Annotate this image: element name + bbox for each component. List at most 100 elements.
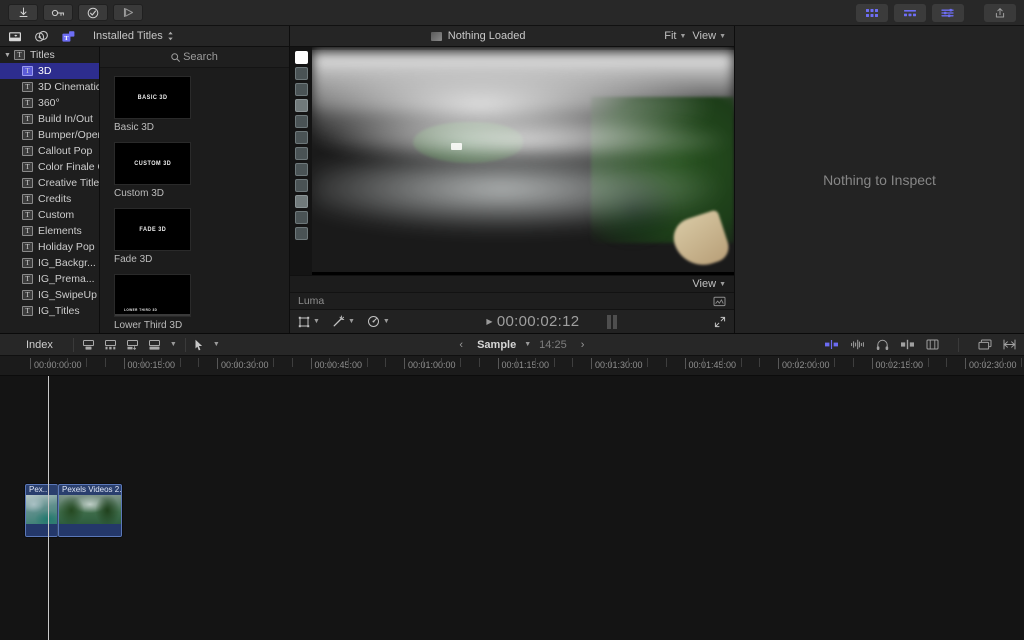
timeline-clip[interactable]: Pex...	[25, 484, 58, 537]
enhance-tool-button[interactable]: ▼	[332, 315, 355, 328]
viewer-view-popup[interactable]: View ▼	[692, 30, 726, 42]
title-thumbnail[interactable]: LOWER THIRD 3D	[114, 274, 191, 317]
installed-titles-popup[interactable]: Installed Titles	[93, 30, 174, 42]
connect-edit-button[interactable]	[126, 339, 139, 351]
sidebar-item[interactable]: TBuild In/Out	[0, 111, 99, 127]
timeline-canvas[interactable]: Pex...Pexels Videos 2...	[0, 376, 1024, 640]
sidebar-item-label: IG_SwipeUp	[38, 289, 97, 301]
filmstrip-frame-box[interactable]	[295, 99, 308, 112]
import-media-button[interactable]	[8, 4, 38, 21]
filmstrip-frame-box[interactable]	[295, 211, 308, 224]
insert-edit-button[interactable]	[104, 339, 117, 351]
effects-panel-button[interactable]	[894, 4, 926, 22]
filmstrip-frame-box[interactable]	[295, 163, 308, 176]
ruler-minor-tick	[142, 358, 143, 367]
sidebar-item[interactable]: TIG_Titles	[0, 303, 99, 319]
timeline-region: Index ▼	[0, 333, 1024, 640]
filmstrip-frame-box[interactable]	[295, 51, 308, 64]
retime-button[interactable]	[113, 4, 143, 21]
viewer-canvas[interactable]	[290, 47, 734, 275]
title-grid-item[interactable]: LOWER THIRD 3DLower Third 3D	[114, 274, 191, 331]
hide-timeline-button[interactable]	[1003, 339, 1016, 350]
timeline-ruler[interactable]: 00:00:00:0000:00:15:0000:00:30:0000:00:4…	[0, 356, 1024, 376]
ruler-label: 00:02:30:00	[969, 360, 1017, 370]
color-tool-button[interactable]: ▼	[367, 315, 390, 328]
title-thumbnail[interactable]: FADE 3D	[114, 208, 191, 251]
timeline-toolbar: Index ▼	[0, 334, 1024, 356]
ruler-major-tick	[778, 358, 779, 369]
filmstrip-frame-box[interactable]	[295, 131, 308, 144]
inspector-panel-button[interactable]	[932, 4, 964, 22]
sidebar-group-titles[interactable]: ▼ T Titles	[0, 47, 99, 63]
solo-button[interactable]	[876, 339, 889, 351]
snapping-button[interactable]	[900, 339, 915, 350]
chevron-down-icon[interactable]: ▼	[524, 341, 531, 348]
sidebar-item[interactable]: TCredits	[0, 191, 99, 207]
sidebar-item[interactable]: T3D Cinematic	[0, 79, 99, 95]
viewer-timecode-display[interactable]: ▶ 00:00:02:12	[402, 313, 702, 330]
sidebar-item[interactable]: TIG_SwipeUp	[0, 287, 99, 303]
sidebar-item[interactable]: TCallout Pop	[0, 143, 99, 159]
ruler-minor-tick	[759, 358, 760, 367]
toolbar-divider	[73, 338, 74, 352]
playhead[interactable]	[48, 376, 49, 640]
viewer-zoom-popup[interactable]: Fit ▼	[664, 30, 686, 42]
filmstrip-frame-box[interactable]	[295, 179, 308, 192]
title-thumbnail[interactable]: CUSTOM 3D	[114, 142, 191, 185]
filmstrip-frame-box[interactable]	[295, 147, 308, 160]
sidebar-item[interactable]: THoliday Pop	[0, 239, 99, 255]
middle-region: T Installed Titles ▼ T Titles T3DT3D Cin…	[0, 26, 1024, 333]
audio-skimming-button[interactable]	[850, 339, 865, 350]
viewer-filmstrip-overlay[interactable]	[290, 47, 312, 275]
timeline-clip[interactable]: Pexels Videos 2...	[58, 484, 122, 537]
browser-panel-button[interactable]	[856, 4, 888, 22]
next-project-button[interactable]: ›	[575, 339, 591, 351]
sidebar-item[interactable]: TCreative Titles	[0, 175, 99, 191]
chevron-down-icon: ▼	[313, 318, 320, 325]
title-grid-item[interactable]: FADE 3DFade 3D	[114, 208, 191, 265]
viewer-overlay-view-popup[interactable]: View ▼	[692, 278, 726, 290]
filmstrip-frame-box[interactable]	[295, 67, 308, 80]
filmstrip-frame-box[interactable]	[295, 195, 308, 208]
keyframe-button[interactable]	[43, 4, 73, 21]
timeline-history-button[interactable]	[978, 339, 992, 350]
title-grid-item[interactable]: BASIC 3DBasic 3D	[114, 76, 191, 133]
chevron-down-icon[interactable]: ▼	[170, 341, 177, 348]
titles-category-sidebar[interactable]: ▼ T Titles T3DT3D CinematicT360°TBuild I…	[0, 47, 100, 333]
select-tool-button[interactable]	[194, 339, 204, 351]
title-icon: T	[22, 258, 33, 268]
filmstrip-frame-box[interactable]	[295, 83, 308, 96]
filmstrip-frame-box[interactable]	[295, 115, 308, 128]
title-grid-item[interactable]: CUSTOM 3DCustom 3D	[114, 142, 191, 199]
previous-project-button[interactable]: ‹	[453, 339, 469, 351]
enhancements-button[interactable]	[78, 4, 108, 21]
effects-tab[interactable]	[33, 29, 50, 44]
fullscreen-button[interactable]	[714, 316, 726, 328]
photos-audio-tab[interactable]	[6, 29, 23, 44]
overwrite-edit-button[interactable]	[148, 339, 161, 351]
transform-tool-button[interactable]: ▼	[298, 316, 320, 328]
sidebar-item[interactable]: TElements	[0, 223, 99, 239]
share-button[interactable]	[984, 4, 1016, 22]
scope-settings-button[interactable]	[713, 296, 726, 307]
sidebar-item[interactable]: TCustom	[0, 207, 99, 223]
clip-appearance-button[interactable]	[926, 339, 939, 350]
sidebar-item[interactable]: TIG_Backgr...	[0, 255, 99, 271]
title-thumbnail[interactable]: BASIC 3D	[114, 76, 191, 119]
project-name-popup[interactable]: Sample	[477, 339, 516, 351]
chevron-down-icon[interactable]: ▼	[213, 341, 220, 348]
sidebar-item[interactable]: TColor Finale G	[0, 159, 99, 175]
sidebar-item-label: Build In/Out	[38, 113, 93, 125]
timeline-index-button[interactable]: Index	[8, 339, 65, 351]
wand-icon	[332, 315, 345, 328]
sidebar-item[interactable]: TBumper/Open	[0, 127, 99, 143]
sidebar-item[interactable]: T3D	[0, 63, 99, 79]
skimming-button[interactable]	[824, 339, 839, 350]
append-edit-button[interactable]	[82, 339, 95, 351]
search-input[interactable]: Search	[171, 51, 218, 63]
disclosure-triangle-icon[interactable]: ▼	[4, 52, 14, 59]
titles-tab[interactable]: T	[60, 29, 77, 44]
sidebar-item[interactable]: TIG_Prema...	[0, 271, 99, 287]
filmstrip-frame-box[interactable]	[295, 227, 308, 240]
sidebar-item[interactable]: T360°	[0, 95, 99, 111]
